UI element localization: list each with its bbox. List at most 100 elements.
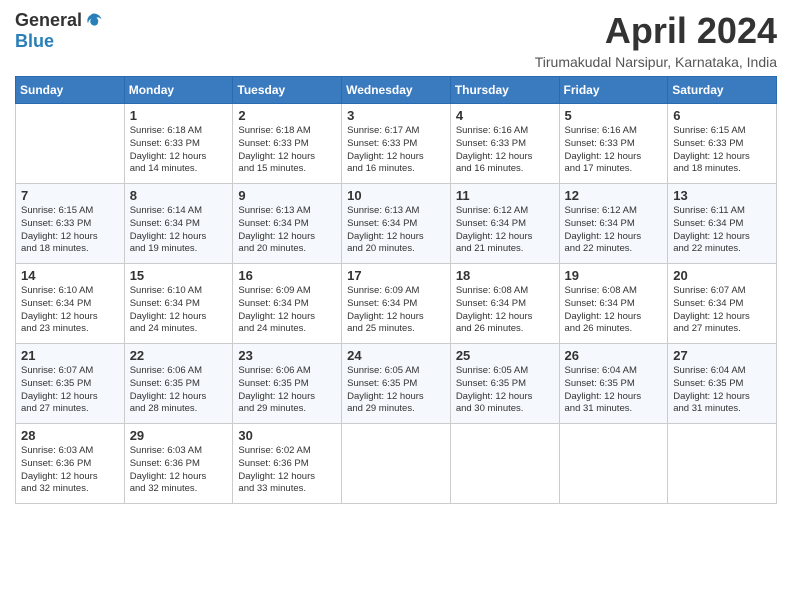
calendar-cell: 30Sunrise: 6:02 AMSunset: 6:36 PMDayligh… (233, 424, 342, 504)
day-info: Sunrise: 6:18 AMSunset: 6:33 PMDaylight:… (238, 125, 336, 176)
calendar-cell: 8Sunrise: 6:14 AMSunset: 6:34 PMDaylight… (124, 184, 233, 264)
day-number: 19 (565, 268, 663, 283)
day-info: Sunrise: 6:03 AMSunset: 6:36 PMDaylight:… (130, 445, 228, 496)
day-number: 12 (565, 188, 663, 203)
column-header-saturday: Saturday (668, 77, 777, 104)
calendar-cell (668, 424, 777, 504)
logo-general-text: General (15, 10, 82, 31)
calendar-cell: 26 Sunrise: 6:04 AMSunset: 6:35 PMDayligh… (559, 344, 668, 424)
calendar-cell: 28Sunrise: 6:03 AMSunset: 6:36 PMDayligh… (16, 424, 125, 504)
day-info: Sunrise: 6:12 AMSunset: 6:34 PMDaylight:… (565, 205, 663, 256)
day-info: Sunrise: 6:03 AMSunset: 6:36 PMDaylight:… (21, 445, 119, 496)
day-number: 4 (456, 108, 554, 123)
calendar-cell: 14 Sunrise: 6:10 AMSunset: 6:34 PMDayligh… (16, 264, 125, 344)
day-number: 3 (347, 108, 445, 123)
title-block: April 2024 Tirumakudal Narsipur, Karnata… (535, 10, 777, 70)
day-number: 1 (130, 108, 228, 123)
day-number: 29 (130, 428, 228, 443)
calendar-cell: 13 Sunrise: 6:11 AMSunset: 6:34 PMDayligh… (668, 184, 777, 264)
day-number: 9 (238, 188, 336, 203)
day-info: Sunrise: 6:16 AMSunset: 6:33 PMDaylight:… (565, 125, 663, 176)
calendar-cell: 19 Sunrise: 6:08 AMSunset: 6:34 PMDayligh… (559, 264, 668, 344)
day-number: 16 (238, 268, 336, 283)
column-header-tuesday: Tuesday (233, 77, 342, 104)
day-number: 22 (130, 348, 228, 363)
day-number: 8 (130, 188, 228, 203)
day-number: 17 (347, 268, 445, 283)
calendar-cell: 1Sunrise: 6:18 AMSunset: 6:33 PMDaylight… (124, 104, 233, 184)
day-info: Sunrise: 6:05 AMSunset: 6:35 PMDaylight:… (456, 365, 554, 416)
calendar-cell: 25 Sunrise: 6:05 AMSunset: 6:35 PMDayligh… (450, 344, 559, 424)
day-number: 27 (673, 348, 771, 363)
calendar-cell: 12 Sunrise: 6:12 AMSunset: 6:34 PMDayligh… (559, 184, 668, 264)
day-info: Sunrise: 6:11 AMSunset: 6:34 PMDaylight:… (673, 205, 771, 256)
logo-bird-icon (84, 11, 104, 31)
logo-blue-text: Blue (15, 31, 54, 51)
calendar-cell: 21 Sunrise: 6:07 AMSunset: 6:35 PMDayligh… (16, 344, 125, 424)
day-info: Sunrise: 6:15 AMSunset: 6:33 PMDaylight:… (673, 125, 771, 176)
calendar-cell: 2Sunrise: 6:18 AMSunset: 6:33 PMDaylight… (233, 104, 342, 184)
day-number: 5 (565, 108, 663, 123)
day-number: 26 (565, 348, 663, 363)
calendar-cell: 15 Sunrise: 6:10 AMSunset: 6:34 PMDayligh… (124, 264, 233, 344)
calendar-cell: 27 Sunrise: 6:04 AMSunset: 6:35 PMDayligh… (668, 344, 777, 424)
calendar-cell (342, 424, 451, 504)
day-info: Sunrise: 6:08 AMSunset: 6:34 PMDaylight:… (456, 285, 554, 336)
calendar-cell: 10 Sunrise: 6:13 AMSunset: 6:34 PMDayligh… (342, 184, 451, 264)
day-info: Sunrise: 6:08 AMSunset: 6:34 PMDaylight:… (565, 285, 663, 336)
day-number: 21 (21, 348, 119, 363)
day-info: Sunrise: 6:07 AMSunset: 6:34 PMDaylight:… (673, 285, 771, 336)
day-info: Sunrise: 6:17 AMSunset: 6:33 PMDaylight:… (347, 125, 445, 176)
column-header-friday: Friday (559, 77, 668, 104)
day-info: Sunrise: 6:16 AMSunset: 6:33 PMDaylight:… (456, 125, 554, 176)
calendar-cell: 29 Sunrise: 6:03 AMSunset: 6:36 PMDayligh… (124, 424, 233, 504)
calendar-cell: 5 Sunrise: 6:16 AMSunset: 6:33 PMDaylight… (559, 104, 668, 184)
calendar-cell: 9Sunrise: 6:13 AMSunset: 6:34 PMDaylight… (233, 184, 342, 264)
calendar-cell: 7Sunrise: 6:15 AMSunset: 6:33 PMDaylight… (16, 184, 125, 264)
day-info: Sunrise: 6:09 AMSunset: 6:34 PMDaylight:… (347, 285, 445, 336)
column-header-monday: Monday (124, 77, 233, 104)
day-info: Sunrise: 6:05 AMSunset: 6:35 PMDaylight:… (347, 365, 445, 416)
calendar-cell: 4 Sunrise: 6:16 AMSunset: 6:33 PMDaylight… (450, 104, 559, 184)
calendar-header-row: SundayMondayTuesdayWednesdayThursdayFrid… (16, 77, 777, 104)
location-subtitle: Tirumakudal Narsipur, Karnataka, India (535, 54, 777, 70)
day-info: Sunrise: 6:13 AMSunset: 6:34 PMDaylight:… (347, 205, 445, 256)
day-number: 14 (21, 268, 119, 283)
day-info: Sunrise: 6:04 AMSunset: 6:35 PMDaylight:… (565, 365, 663, 416)
day-info: Sunrise: 6:09 AMSunset: 6:34 PMDaylight:… (238, 285, 336, 336)
page-header: General Blue April 2024 Tirumakudal Nars… (15, 10, 777, 70)
calendar-week-row: 21 Sunrise: 6:07 AMSunset: 6:35 PMDayligh… (16, 344, 777, 424)
day-info: Sunrise: 6:02 AMSunset: 6:36 PMDaylight:… (238, 445, 336, 496)
day-number: 10 (347, 188, 445, 203)
day-info: Sunrise: 6:04 AMSunset: 6:35 PMDaylight:… (673, 365, 771, 416)
day-info: Sunrise: 6:10 AMSunset: 6:34 PMDaylight:… (21, 285, 119, 336)
day-number: 15 (130, 268, 228, 283)
column-header-thursday: Thursday (450, 77, 559, 104)
day-number: 18 (456, 268, 554, 283)
column-header-wednesday: Wednesday (342, 77, 451, 104)
calendar-week-row: 7Sunrise: 6:15 AMSunset: 6:33 PMDaylight… (16, 184, 777, 264)
day-number: 25 (456, 348, 554, 363)
calendar-cell: 6 Sunrise: 6:15 AMSunset: 6:33 PMDaylight… (668, 104, 777, 184)
calendar-cell: 24 Sunrise: 6:05 AMSunset: 6:35 PMDayligh… (342, 344, 451, 424)
calendar-cell: 17 Sunrise: 6:09 AMSunset: 6:34 PMDayligh… (342, 264, 451, 344)
calendar-cell: 16 Sunrise: 6:09 AMSunset: 6:34 PMDayligh… (233, 264, 342, 344)
column-header-sunday: Sunday (16, 77, 125, 104)
calendar-week-row: 28Sunrise: 6:03 AMSunset: 6:36 PMDayligh… (16, 424, 777, 504)
calendar-week-row: 14 Sunrise: 6:10 AMSunset: 6:34 PMDayligh… (16, 264, 777, 344)
day-number: 7 (21, 188, 119, 203)
day-number: 13 (673, 188, 771, 203)
calendar-cell: 23Sunrise: 6:06 AMSunset: 6:35 PMDayligh… (233, 344, 342, 424)
day-info: Sunrise: 6:10 AMSunset: 6:34 PMDaylight:… (130, 285, 228, 336)
logo: General Blue (15, 10, 104, 52)
day-number: 24 (347, 348, 445, 363)
calendar-cell: 11Sunrise: 6:12 AMSunset: 6:34 PMDayligh… (450, 184, 559, 264)
day-number: 23 (238, 348, 336, 363)
calendar-cell (450, 424, 559, 504)
day-number: 6 (673, 108, 771, 123)
day-info: Sunrise: 6:06 AMSunset: 6:35 PMDaylight:… (130, 365, 228, 416)
calendar-cell: 18 Sunrise: 6:08 AMSunset: 6:34 PMDayligh… (450, 264, 559, 344)
calendar-cell: 22 Sunrise: 6:06 AMSunset: 6:35 PMDayligh… (124, 344, 233, 424)
day-info: Sunrise: 6:07 AMSunset: 6:35 PMDaylight:… (21, 365, 119, 416)
day-number: 11 (456, 188, 554, 203)
